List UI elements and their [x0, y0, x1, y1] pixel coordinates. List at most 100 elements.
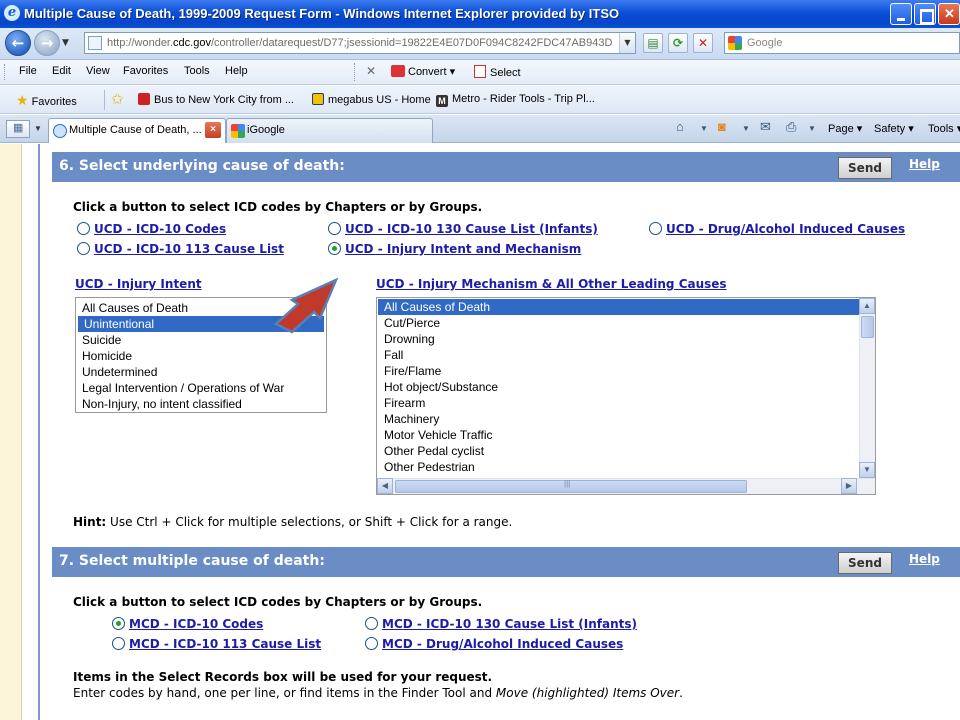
list-option[interactable]: Homicide	[76, 348, 326, 364]
favorites-bar: ★ Favorites ✩ Bus to New York City from .…	[0, 86, 960, 114]
address-dropdown-icon[interactable]: ▼	[619, 33, 635, 53]
list-option-selected[interactable]: All Causes of Death	[378, 299, 859, 315]
radio-ucd-drug-alcohol[interactable]: UCD - Drug/Alcohol Induced Causes	[649, 222, 905, 236]
add-to-favorites-bar-icon[interactable]: ✩	[111, 90, 124, 108]
radio-ucd-icd10-codes[interactable]: UCD - ICD-10 Codes	[77, 222, 226, 236]
tab-igoogle[interactable]: iGoogle	[226, 118, 433, 143]
menu-view[interactable]: View	[86, 65, 110, 77]
radio-ucd-icd10-113[interactable]: UCD - ICD-10 113 Cause List	[77, 242, 284, 256]
list-option[interactable]: Undetermined	[76, 364, 326, 380]
radio-button[interactable]	[365, 637, 378, 650]
select-button[interactable]: Select	[474, 65, 521, 79]
search-placeholder: Google	[747, 37, 783, 49]
feeds-dropdown-icon[interactable]: ▼	[742, 124, 750, 133]
page-menu[interactable]: Page ▾	[828, 122, 862, 135]
horizontal-scrollbar[interactable]: ◀ ▶	[377, 478, 875, 494]
favorite-link-megabus[interactable]: megabus US - Home	[312, 93, 431, 106]
menu-help[interactable]: Help	[225, 65, 248, 77]
section-6-help-link[interactable]: Help	[909, 157, 940, 171]
close-toolbar-icon[interactable]: ✕	[366, 64, 376, 78]
print-dropdown-icon[interactable]: ▼	[808, 124, 816, 133]
home-dropdown-icon[interactable]: ▼	[700, 124, 708, 133]
back-button[interactable]: ←	[5, 30, 31, 56]
section-7-send-button[interactable]: Send	[838, 552, 892, 574]
radio-button[interactable]	[77, 222, 90, 235]
injury-mechanism-listbox[interactable]: All Causes of Death Cut/Pierce Drowning …	[376, 297, 876, 495]
list-option[interactable]: Other Pedal cyclist	[378, 443, 859, 459]
stop-icon[interactable]: ✕	[693, 33, 713, 53]
refresh-icon[interactable]: ⟳	[668, 33, 688, 53]
vertical-scroll-thumb[interactable]	[861, 316, 874, 338]
menu-favorites[interactable]: Favorites	[123, 65, 168, 77]
url-text[interactable]: http://wonder.cdc.gov/controller/datareq…	[107, 37, 612, 49]
close-window-button[interactable]	[938, 3, 960, 25]
section-7-help-link[interactable]: Help	[909, 552, 940, 566]
forward-button[interactable]: →	[34, 30, 60, 56]
list-option[interactable]: Non-Injury, no intent classified	[76, 396, 326, 412]
list-option[interactable]: Legal Intervention / Operations of War	[76, 380, 326, 396]
print-icon[interactable]: ⎙	[786, 119, 796, 135]
tab-list-dropdown-icon[interactable]: ▼	[32, 120, 44, 138]
scroll-up-icon[interactable]: ▲	[859, 298, 875, 314]
maximize-button[interactable]	[914, 3, 936, 25]
radio-mcd-icd10-113[interactable]: MCD - ICD-10 113 Cause List	[112, 637, 321, 651]
favorite-link-metro[interactable]: M Metro - Rider Tools - Trip Pl...	[436, 93, 595, 107]
annotation-arrow-icon	[273, 277, 339, 334]
enter-codes-text: Enter codes by hand, one per line, or fi…	[73, 686, 683, 700]
injury-intent-title[interactable]: UCD - Injury Intent	[75, 277, 202, 291]
radio-button[interactable]	[112, 637, 125, 650]
tools-menu[interactable]: Tools ▾	[928, 122, 960, 135]
tab-multiple-cause-of-death[interactable]: Multiple Cause of Death, ... ×	[48, 118, 226, 143]
radio-ucd-injury-intent-mechanism[interactable]: UCD - Injury Intent and Mechanism	[328, 242, 581, 256]
safety-menu[interactable]: Safety ▾	[874, 122, 914, 135]
list-option[interactable]: Hot object/Substance	[378, 379, 859, 395]
favorites-separator	[104, 90, 105, 110]
radio-button[interactable]	[77, 242, 90, 255]
list-option[interactable]: Cut/Pierce	[378, 315, 859, 331]
list-option[interactable]: Machinery	[378, 411, 859, 427]
radio-button-checked[interactable]	[112, 617, 125, 630]
vertical-scrollbar[interactable]: ▲ ▼	[859, 298, 875, 478]
radio-mcd-icd10-130-infants[interactable]: MCD - ICD-10 130 Cause List (Infants)	[365, 617, 637, 631]
list-option[interactable]: Fire/Flame	[378, 363, 859, 379]
injury-mechanism-title[interactable]: UCD - Injury Mechanism & All Other Leadi…	[376, 277, 727, 291]
google-tab-icon	[231, 124, 245, 138]
radio-button[interactable]	[365, 617, 378, 630]
section-6-send-button[interactable]: Send	[838, 157, 892, 179]
compatibility-view-icon[interactable]: ▤	[643, 33, 663, 53]
minimize-button[interactable]	[890, 3, 912, 25]
feeds-icon[interactable]: ◙	[718, 119, 726, 134]
list-option[interactable]: Other Pedestrian	[378, 459, 859, 475]
section-7-instruction: Click a button to select ICD codes by Ch…	[73, 595, 483, 609]
list-option[interactable]: Drowning	[378, 331, 859, 347]
list-option[interactable]: Fall	[378, 347, 859, 363]
convert-button[interactable]: Convert ▾	[391, 65, 455, 78]
list-option[interactable]: Suicide	[76, 332, 326, 348]
favorites-button[interactable]: ★ Favorites	[16, 92, 77, 109]
read-mail-icon[interactable]: ✉	[760, 119, 771, 135]
address-field[interactable]: http://wonder.cdc.gov/controller/datareq…	[84, 32, 636, 54]
radio-button-checked[interactable]	[328, 242, 341, 255]
radio-mcd-icd10-codes[interactable]: MCD - ICD-10 Codes	[112, 617, 263, 631]
menu-tools[interactable]: Tools	[184, 65, 210, 77]
google-icon	[728, 36, 742, 50]
list-option[interactable]: Motor Vehicle Traffic	[378, 427, 859, 443]
radio-button[interactable]	[328, 222, 341, 235]
radio-ucd-icd10-130-infants[interactable]: UCD - ICD-10 130 Cause List (Infants)	[328, 222, 598, 236]
horizontal-scroll-thumb[interactable]	[395, 479, 747, 493]
close-tab-icon[interactable]: ×	[205, 122, 221, 138]
recent-pages-dropdown-icon[interactable]: ▼	[62, 38, 69, 48]
scroll-right-icon[interactable]: ▶	[841, 478, 857, 494]
menu-file[interactable]: File	[19, 65, 37, 77]
menu-edit[interactable]: Edit	[52, 65, 71, 77]
scroll-left-icon[interactable]: ◀	[377, 478, 393, 494]
home-icon[interactable]: ⌂	[676, 119, 684, 134]
quick-tabs-icon[interactable]	[6, 120, 30, 138]
favorite-link-bus[interactable]: Bus to New York City from ...	[138, 93, 294, 106]
radio-button[interactable]	[649, 222, 662, 235]
scroll-down-icon[interactable]: ▼	[859, 462, 875, 478]
search-input[interactable]: Google	[724, 32, 960, 54]
list-option[interactable]: Firearm	[378, 395, 859, 411]
radio-mcd-drug-alcohol[interactable]: MCD - Drug/Alcohol Induced Causes	[365, 637, 623, 651]
toolbar-grip[interactable]	[4, 64, 7, 80]
